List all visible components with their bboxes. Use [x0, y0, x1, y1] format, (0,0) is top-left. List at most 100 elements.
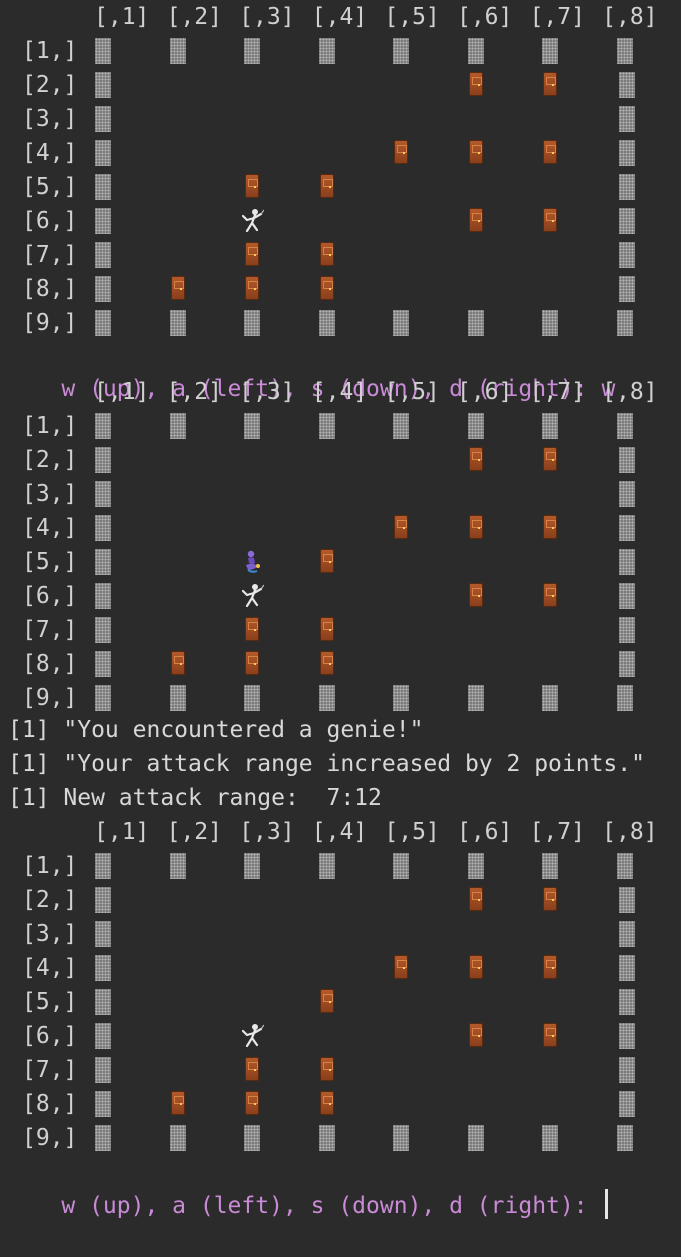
wall-block-icon	[467, 38, 484, 64]
wall-block-icon	[244, 685, 260, 711]
row-label: [4,]	[22, 955, 78, 981]
wall-block-icon	[618, 549, 635, 575]
wall-block-icon	[95, 413, 111, 439]
door-icon	[319, 174, 334, 198]
wall-block-icon	[169, 413, 186, 439]
wall-block-icon	[393, 1125, 409, 1151]
wall-block-icon	[95, 106, 111, 132]
door-icon	[394, 140, 408, 164]
wall-block-icon	[318, 853, 335, 879]
row-label: [7,]	[22, 617, 78, 643]
wall-block-icon	[318, 413, 335, 439]
column-label: [,2]	[166, 819, 222, 845]
wall-block-icon	[318, 685, 335, 711]
door-icon	[543, 583, 557, 607]
wall-block-icon	[616, 38, 633, 64]
door-icon	[543, 208, 557, 232]
wall-block-icon	[95, 617, 111, 643]
wall-block-icon	[618, 106, 635, 132]
wall-block-icon	[95, 481, 111, 507]
wall-block-icon	[393, 413, 409, 439]
wall-block-icon	[169, 38, 186, 64]
wall-block-icon	[618, 887, 635, 913]
row-label: [9,]	[22, 1125, 78, 1151]
wall-block-icon	[95, 242, 111, 268]
door-icon	[170, 651, 185, 675]
door-icon	[245, 1091, 259, 1115]
message-new-range: [1] New attack range: 7:12	[8, 785, 382, 811]
column-label: [,6]	[456, 379, 513, 405]
wall-block-icon	[467, 685, 484, 711]
door-icon	[468, 208, 483, 232]
column-label: [,3]	[239, 819, 295, 845]
column-label: [,4]	[311, 379, 368, 405]
column-label: [,8]	[602, 819, 658, 845]
wall-block-icon	[393, 853, 409, 879]
prompt-text: w (up), a (left), s (down), d (right):	[61, 1193, 602, 1219]
door-icon	[245, 174, 259, 198]
row-label: [5,]	[22, 174, 78, 200]
wall-block-icon	[618, 651, 635, 677]
wall-block-icon	[169, 853, 186, 879]
column-label: [,3]	[239, 379, 295, 405]
wall-block-icon	[244, 310, 260, 336]
wall-block-icon	[95, 887, 111, 913]
door-icon	[543, 72, 557, 96]
wall-block-icon	[95, 310, 111, 336]
row-label: [8,]	[22, 651, 78, 677]
wall-block-icon	[618, 1023, 635, 1049]
column-label: [,2]	[166, 4, 222, 30]
door-icon	[319, 989, 334, 1013]
wall-block-icon	[95, 989, 111, 1015]
wall-block-icon	[618, 276, 635, 302]
door-icon	[543, 447, 557, 471]
wall-block-icon	[542, 310, 558, 336]
move-prompt-2[interactable]: w (up), a (left), s (down), d (right):	[6, 1155, 609, 1219]
column-label: [,8]	[602, 4, 658, 30]
wall-block-icon	[95, 38, 111, 64]
door-icon	[394, 955, 408, 979]
wall-block-icon	[244, 38, 260, 64]
door-icon	[468, 1023, 483, 1047]
row-label: [2,]	[22, 72, 78, 98]
row-label: [4,]	[22, 140, 78, 166]
door-icon	[468, 140, 483, 164]
door-icon	[468, 955, 483, 979]
door-icon	[170, 1091, 185, 1115]
row-label: [7,]	[22, 1057, 78, 1083]
row-label: [1,]	[22, 413, 78, 439]
text-cursor[interactable]	[605, 1189, 609, 1219]
row-label: [1,]	[22, 38, 78, 64]
column-label: [,6]	[456, 819, 513, 845]
wall-block-icon	[618, 583, 635, 609]
row-label: [9,]	[22, 685, 78, 711]
column-label: [,1]	[94, 4, 150, 30]
row-label: [4,]	[22, 515, 78, 541]
wall-block-icon	[169, 310, 186, 336]
wall-block-icon	[618, 515, 635, 541]
wall-block-icon	[95, 447, 111, 473]
column-label: [,6]	[456, 4, 513, 30]
wall-block-icon	[616, 310, 633, 336]
board-2: [,1] [,2] [,3] [,4] [,5] [,6] [,7] [,8] [1,] [2,…	[0, 375, 681, 715]
wall-block-icon	[95, 72, 111, 98]
door-icon	[245, 651, 259, 675]
row-label: [6,]	[22, 583, 78, 609]
wall-block-icon	[393, 38, 409, 64]
wall-block-icon	[95, 685, 111, 711]
column-label: [,5]	[384, 4, 440, 30]
wall-block-icon	[244, 1125, 260, 1151]
wall-block-icon	[618, 921, 635, 947]
row-label: [5,]	[22, 549, 78, 575]
wall-block-icon	[467, 413, 484, 439]
door-icon	[468, 447, 483, 471]
row-label: [3,]	[22, 481, 78, 507]
door-icon	[468, 583, 483, 607]
wall-block-icon	[616, 853, 633, 879]
wall-block-icon	[244, 413, 260, 439]
row-label: [6,]	[22, 208, 78, 234]
wall-block-icon	[616, 685, 633, 711]
column-label: [,1]	[94, 379, 150, 405]
door-icon	[319, 242, 334, 266]
wall-block-icon	[618, 140, 635, 166]
